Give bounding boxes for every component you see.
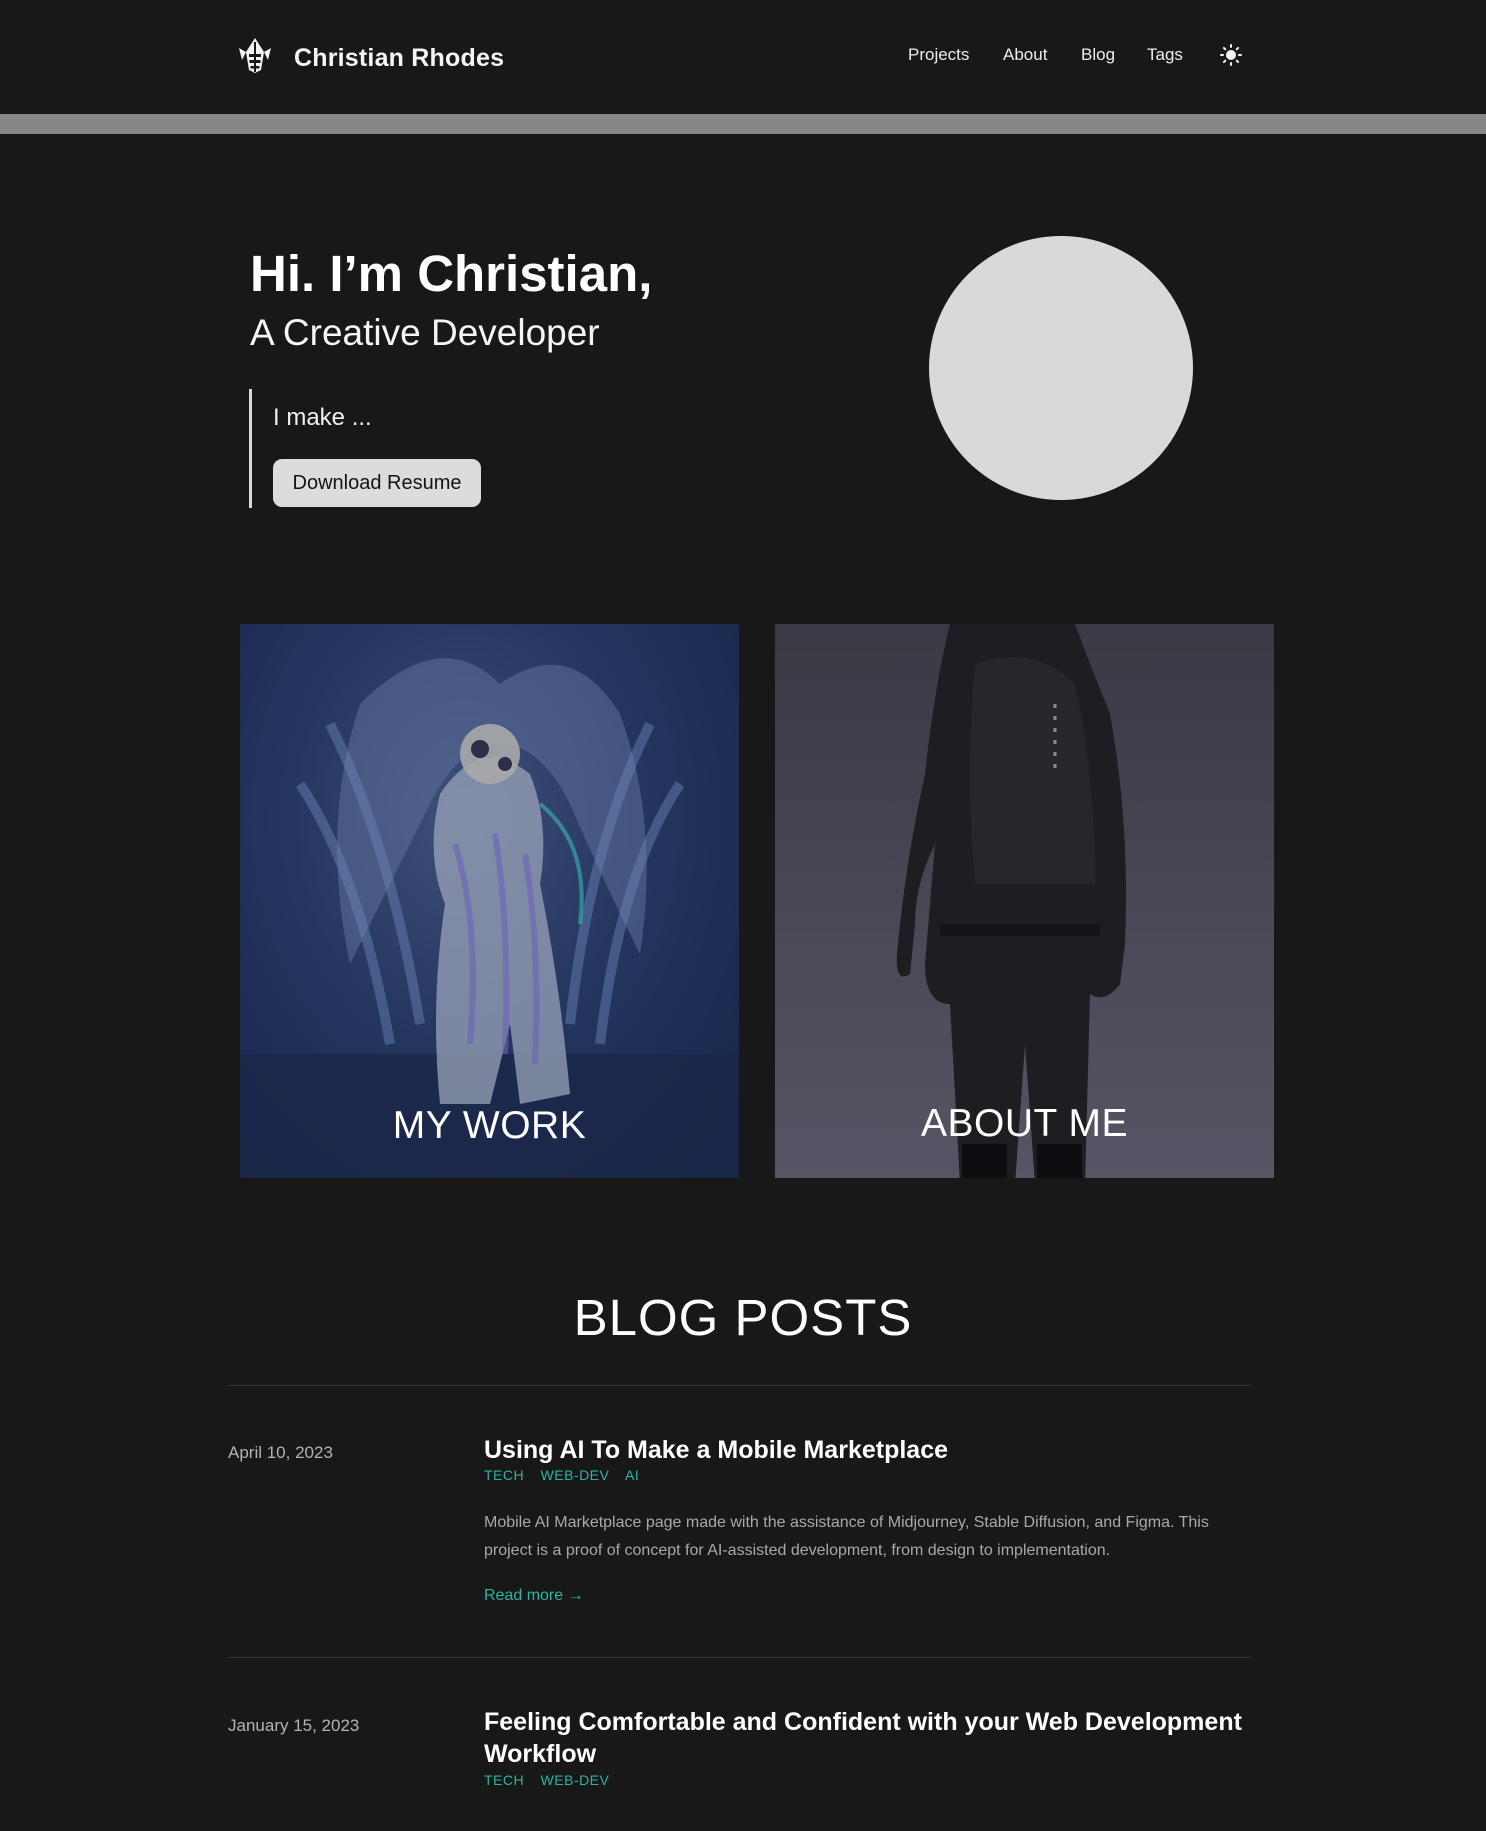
hero-greeting: Hi. I’m Christian, [250,245,653,302]
post-divider [228,1657,1251,1658]
read-more-link[interactable]: Read more → [484,1587,584,1605]
nav-tags[interactable]: Tags [1147,45,1183,65]
tag-link[interactable]: AI [625,1467,639,1483]
header-divider-bar [0,114,1486,134]
site-header: Christian Rhodes Projects About Blog Tag… [0,0,1486,114]
about-me-card[interactable]: ABOUT ME [775,624,1274,1178]
post-date: April 10, 2023 [228,1443,333,1462]
tag-link[interactable]: WEB-DEV [541,1467,610,1483]
my-work-card[interactable]: MY WORK [240,624,739,1178]
creature-artwork-image [240,658,739,1178]
avatar [929,236,1193,500]
nav-blog[interactable]: Blog [1081,45,1115,65]
nav-about[interactable]: About [1003,45,1047,65]
hero-make-text: I make ... [273,404,372,431]
nav-projects[interactable]: Projects [908,45,969,65]
quote-rule [249,389,252,508]
hero-subtitle: A Creative Developer [250,312,600,353]
section-divider [228,1385,1251,1386]
post-summary: Mobile AI Marketplace page made with the… [484,1514,1209,1559]
about-me-label: ABOUT ME [921,1102,1128,1145]
sun-icon[interactable] [1220,44,1242,66]
tag-link[interactable]: WEB-DEV [541,1772,610,1788]
tag-link[interactable]: TECH [484,1772,524,1788]
post-tags: TECH WEB-DEV AI [484,1467,651,1483]
post-date: January 15, 2023 [228,1716,360,1735]
blog-posts-heading: BLOG POSTS [573,1289,913,1346]
tag-link[interactable]: TECH [484,1467,524,1483]
post-tags: TECH WEB-DEV [484,1772,621,1788]
site-title[interactable]: Christian Rhodes [294,44,504,73]
post-title[interactable]: Using AI To Make a Mobile Marketplace [484,1434,1244,1466]
bee-logo-icon[interactable] [238,36,272,74]
person-photo-image [896,624,1126,1178]
post-title[interactable]: Feeling Comfortable and Confident with y… [484,1706,1244,1770]
my-work-label: MY WORK [392,1104,587,1147]
download-resume-button[interactable]: Download Resume [273,459,481,507]
